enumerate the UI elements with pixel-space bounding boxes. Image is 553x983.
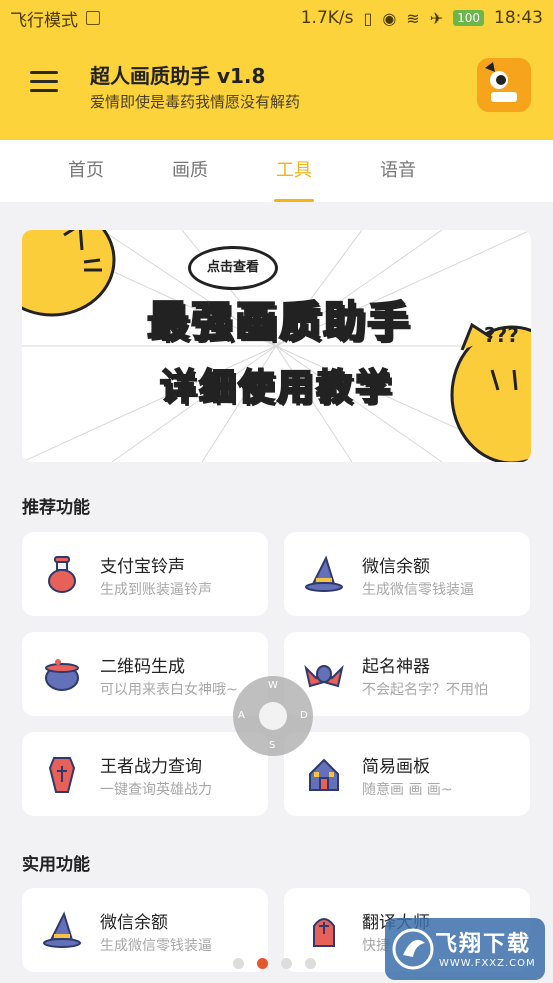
card-sketchpad[interactable]: 简易画板 随意画 画 画~	[284, 732, 530, 816]
eye-icon: ◉	[382, 8, 397, 28]
app-title: 超人画质助手 v1.8	[90, 64, 266, 88]
card-title: 微信余额	[100, 913, 168, 933]
card-title: 二维码生成	[100, 657, 185, 677]
page-dot[interactable]	[305, 958, 316, 969]
clock: 18:43	[494, 8, 543, 28]
tab-home[interactable]: 首页	[34, 140, 138, 202]
wifi-icon: ≋	[406, 8, 420, 28]
watermark: 飞翔下载 WWW.FXXZ.COM	[385, 918, 545, 980]
card-title: 微信余额	[362, 557, 430, 577]
section-title-recommended: 推荐功能	[22, 498, 90, 518]
card-subtitle: 生成微信零钱装逼	[362, 582, 474, 598]
joystick-key-up[interactable]: W	[268, 680, 278, 691]
card-wechat-balance[interactable]: 微信余额 生成微信零钱装逼	[284, 532, 530, 616]
page-dot[interactable]	[233, 958, 244, 969]
potion-icon	[48, 556, 76, 593]
bat-icon	[304, 664, 344, 688]
banner-headline: 最强画质助手	[146, 296, 411, 347]
tab-bar: 首页 画质 工具 语音	[0, 140, 553, 202]
card-subtitle: 一键查询英雄战力	[100, 782, 212, 798]
haunted-house-icon	[309, 758, 339, 791]
card-alipay-ringtone[interactable]: 支付宝铃声 生成到账装逼铃声	[22, 532, 268, 616]
cauldron-icon	[45, 659, 79, 691]
joystick-key-right[interactable]: D	[300, 710, 308, 721]
joystick-knob[interactable]	[259, 702, 287, 730]
page-dot-active[interactable]	[257, 958, 268, 969]
page-indicator	[233, 958, 316, 969]
watermark-title: 飞翔下载	[435, 932, 532, 957]
watermark-url: WWW.FXXZ.COM	[439, 958, 536, 969]
section-title-practical: 实用功能	[22, 855, 90, 875]
battery-icon: 100	[453, 10, 484, 26]
tombstone-icon	[313, 918, 335, 947]
card-qrcode[interactable]: 二维码生成 可以用来表白女神哦~	[22, 632, 268, 716]
avatar[interactable]	[477, 58, 531, 112]
app-bar: 超人画质助手 v1.8 爱情即使是毒药我情愿没有解药	[0, 36, 553, 140]
card-subtitle: 随意画 画 画~	[362, 782, 453, 798]
card-title: 起名神器	[362, 657, 430, 677]
card-subtitle: 生成到账装逼铃声	[100, 582, 212, 598]
card-subtitle: 可以用来表白女神哦~	[100, 682, 238, 698]
wizard-hat-icon	[305, 555, 343, 592]
airplane-mode-label: 飞行模式	[10, 10, 78, 31]
tutorial-banner[interactable]: ??? 点击查看 最强画质助手 详细使用教学	[22, 230, 531, 462]
tab-voice[interactable]: 语音	[346, 140, 450, 202]
airplane-icon: ✈	[429, 8, 444, 28]
image-notification-icon	[86, 11, 100, 25]
menu-icon[interactable]	[30, 71, 58, 93]
status-bar: 飞行模式 1.7K/s ▯ ◉ ≋ ✈ 100 18:43	[0, 0, 553, 36]
svg-text:???: ???	[484, 323, 519, 347]
tab-quality[interactable]: 画质	[138, 140, 242, 202]
coffin-icon	[48, 757, 76, 793]
card-subtitle: 不会起名字？不用怕	[362, 682, 488, 698]
card-wechat-balance-2[interactable]: 微信余额 生成微信零钱装逼	[22, 888, 268, 972]
page-dot[interactable]	[281, 958, 292, 969]
network-speed: 1.7K/s	[300, 8, 354, 28]
card-hero-power[interactable]: 王者战力查询 一键查询英雄战力	[22, 732, 268, 816]
floating-joystick[interactable]: W A D S	[233, 676, 313, 756]
watermark-logo-icon	[392, 928, 434, 970]
app-subtitle: 爱情即使是毒药我情愿没有解药	[90, 93, 301, 111]
joystick-key-down[interactable]: S	[269, 740, 275, 751]
banner-subline: 详细使用教学	[159, 366, 394, 409]
card-name-generator[interactable]: 起名神器 不会起名字？不用怕	[284, 632, 530, 716]
card-title: 支付宝铃声	[100, 557, 185, 577]
card-title: 简易画板	[362, 757, 430, 777]
banner-bubble: 点击查看	[188, 246, 278, 290]
vibrate-icon: ▯	[363, 8, 373, 28]
tab-tools[interactable]: 工具	[242, 140, 346, 202]
card-title: 王者战力查询	[100, 757, 202, 777]
card-subtitle: 生成微信零钱装逼	[100, 938, 212, 954]
wizard-hat-icon	[43, 911, 81, 948]
joystick-key-left[interactable]: A	[238, 710, 245, 721]
